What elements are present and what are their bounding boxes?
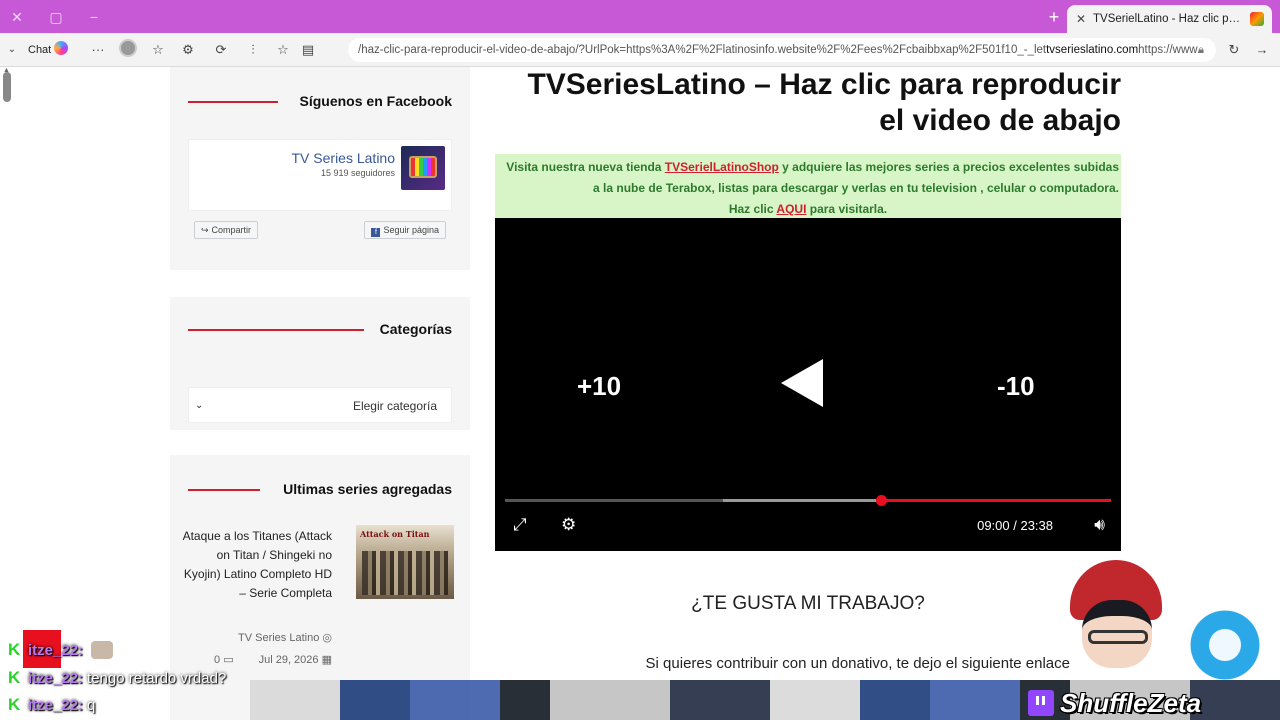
video-player[interactable]: -10 +10 🔊︎ 09:00 / 23:38 ⚙ ⤢: [495, 218, 1121, 551]
reading-view-icon[interactable]: ▤: [298, 39, 318, 61]
kick-icon: K: [8, 668, 21, 687]
page-scrollbar[interactable]: [3, 72, 11, 102]
latest-series-widget-title: Ultimas series agregadas: [283, 481, 452, 497]
kick-icon: K: [8, 695, 21, 714]
refresh-icon[interactable]: ↻: [1224, 39, 1244, 61]
chat-username: itze_22:: [28, 669, 84, 687]
series-thumbnail[interactable]: Attack on Titan: [356, 525, 454, 599]
chat-message: K itze_22:: [8, 638, 114, 662]
skip-back-button[interactable]: -10: [997, 371, 1035, 402]
series-thumbnail-logo: Attack on Titan: [360, 529, 430, 539]
chat-text: q: [87, 696, 96, 714]
chat-message: K itze_22: tengo retardo vrdad?: [8, 666, 226, 690]
notice-last-line: Haz clic AQUI para visitarla.: [497, 199, 1119, 220]
sync-icon[interactable]: ⟳: [211, 39, 231, 61]
facebook-page-name[interactable]: TV Series Latino: [292, 150, 396, 166]
share-icon: ↪: [201, 225, 209, 235]
window-titlebar: ✕ ▢ − + ✕ TVSerielLatino - Haz clic para…: [0, 0, 1280, 33]
skip-forward-button[interactable]: +10: [577, 371, 621, 402]
lock-icon[interactable]: 🔒︎: [1198, 38, 1204, 62]
kick-icon: K: [8, 640, 21, 659]
extensions-icon[interactable]: ⚙: [178, 39, 198, 61]
avatar: [119, 39, 137, 57]
tab-title: TVSerielLatino - Haz clic para repr: [1093, 13, 1244, 25]
category-select[interactable]: Elegir categoría ⌄: [188, 387, 452, 423]
title-rule: [188, 329, 364, 331]
copilot-icon: [54, 41, 69, 55]
time-display: 09:00 / 23:38: [977, 518, 1053, 533]
support-heading: ¿TE GUSTA MI TRABAJO?: [691, 593, 925, 614]
address-path: /haz-clic-para-reproducir-el-video-de-ab…: [358, 44, 1047, 56]
categories-widget-title: Categorías: [379, 321, 452, 337]
follow-label: Seguir página: [383, 225, 439, 235]
progress-handle[interactable]: [876, 495, 887, 506]
chat-username: itze_22:: [28, 641, 84, 659]
copilot-chat-button[interactable]: Chat: [28, 39, 69, 61]
new-tab-button[interactable]: +: [1044, 7, 1064, 27]
address-bar[interactable]: /haz-clic-para-reproducir-el-video-de-ab…: [348, 38, 1216, 62]
sliders-icon[interactable]: ⫶: [243, 39, 263, 61]
facebook-widget: Síguenos en Facebook TV Series Latino 15…: [170, 67, 470, 270]
brand-name: ShuffleZeta: [1060, 687, 1202, 718]
minimize-window-icon[interactable]: −: [83, 6, 105, 28]
avatar-glasses: [1088, 630, 1148, 644]
stream-chat-overlay: K itze_22: K itze_22: tengo retardo vrda…: [0, 630, 480, 720]
tab-favicon-icon: [1250, 12, 1264, 26]
mascot-avatar: [1180, 600, 1270, 700]
twitch-icon: [1028, 690, 1054, 716]
chat-label: Chat: [28, 44, 52, 56]
follow-page-button[interactable]: f Seguir página: [364, 221, 446, 239]
restore-window-icon[interactable]: ▢: [45, 6, 67, 28]
settings-gear-icon[interactable]: ⚙: [561, 515, 576, 535]
notice-text: Haz clic: [728, 202, 777, 216]
address-domain: tvserieslatino.com: [1046, 44, 1139, 56]
here-link[interactable]: AQUI: [776, 202, 806, 216]
series-thumbnail-art: [362, 551, 448, 595]
favorites-icon[interactable]: ☆: [148, 39, 168, 61]
category-select-value: Elegir categoría: [352, 399, 437, 413]
title-rule: [188, 489, 260, 491]
volume-icon[interactable]: 🔊︎: [1094, 515, 1105, 535]
facebook-icon: f: [371, 228, 381, 237]
series-title-link[interactable]: Ataque a los Titanes (Attack on Titan / …: [182, 527, 332, 603]
profile-avatar[interactable]: [117, 39, 139, 61]
post-title: TVSeriesLatino – Haz clic para reproduci…: [527, 68, 1121, 137]
close-window-icon[interactable]: ✕: [6, 6, 28, 28]
chat-username: itze_22:: [28, 696, 84, 714]
back-arrow-icon[interactable]: →: [1252, 39, 1272, 61]
browser-toolbar: ⌄ Chat ··· ☆ ⚙ ⟳ ⫶ ☆ ▤ /haz-clic-para-re…: [0, 33, 1280, 67]
facebook-followers: 15 919 seguidores: [320, 168, 395, 178]
chat-message: K itze_22: q: [8, 693, 95, 717]
play-icon[interactable]: [781, 359, 823, 407]
notice-text: para visitarla.: [806, 202, 888, 216]
facebook-widget-title: Síguenos en Facebook: [299, 93, 452, 109]
stream-brand: ShuffleZeta: [1028, 686, 1201, 720]
categories-widget: Categorías Elegir categoría ⌄: [170, 297, 470, 430]
add-favorite-icon[interactable]: ☆: [273, 39, 293, 61]
shop-link[interactable]: TVSerielLatinoShop: [665, 160, 779, 174]
support-text: Si quieres contribuir con un donativo, t…: [645, 655, 1070, 672]
progress-played: [881, 499, 1111, 502]
streamer-avatar: [1070, 560, 1170, 690]
facebook-page-thumbnail: [401, 146, 445, 190]
tab-close-icon[interactable]: ✕: [1075, 12, 1087, 26]
title-rule: [188, 101, 278, 103]
chat-text: tengo retardo vrdad?: [87, 669, 227, 687]
browser-tab[interactable]: ✕ TVSerielLatino - Haz clic para repr: [1067, 5, 1272, 33]
chevron-down-icon: ⌄: [195, 400, 204, 411]
shop-notice: Visita nuestra nueva tienda TVSerielLati…: [495, 154, 1121, 218]
more-menu-icon[interactable]: ···: [88, 39, 108, 61]
chevron-down-icon[interactable]: ⌄: [4, 39, 20, 61]
notice-text: Visita nuestra nueva tienda: [506, 160, 665, 174]
share-button[interactable]: ↪ Compartir: [194, 221, 259, 239]
tv-icon: [409, 156, 437, 178]
address-prefix: https://www.: [1138, 44, 1201, 56]
fullscreen-icon[interactable]: ⤢: [513, 515, 527, 535]
share-label: Compartir: [211, 225, 252, 235]
cat-emote-icon: [91, 641, 114, 659]
facebook-page-card[interactable]: TV Series Latino 15 919 seguidores: [188, 139, 452, 211]
